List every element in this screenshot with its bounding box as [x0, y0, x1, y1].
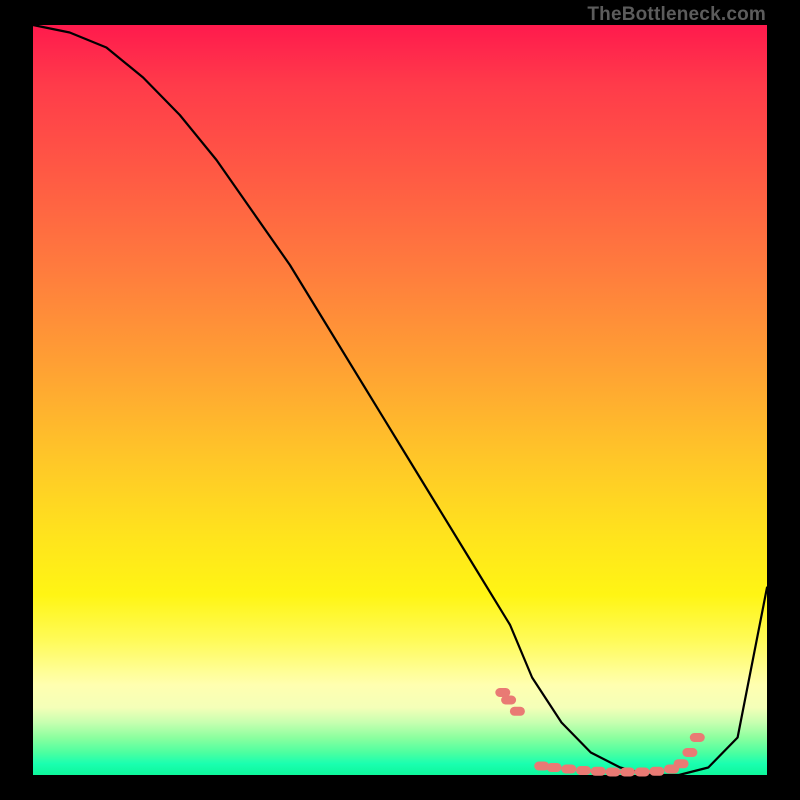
plot-area	[33, 25, 767, 775]
bottleneck-curve-path	[33, 25, 767, 775]
watermark-label: TheBottleneck.com	[587, 4, 766, 26]
highlight-marker	[620, 768, 635, 777]
highlight-marker-group	[495, 688, 705, 777]
highlight-marker	[561, 765, 576, 774]
highlight-marker	[690, 733, 705, 742]
highlight-marker	[576, 766, 591, 775]
highlight-marker	[510, 707, 525, 716]
highlight-marker	[649, 767, 664, 776]
highlight-marker	[591, 767, 606, 776]
chart-root: TheBottleneck.com	[0, 0, 800, 800]
highlight-marker	[501, 696, 516, 705]
highlight-marker	[605, 768, 620, 777]
highlight-marker	[547, 763, 562, 772]
highlight-marker	[682, 748, 697, 757]
curve-layer	[33, 25, 767, 775]
highlight-marker	[635, 768, 650, 777]
highlight-marker	[674, 759, 689, 768]
